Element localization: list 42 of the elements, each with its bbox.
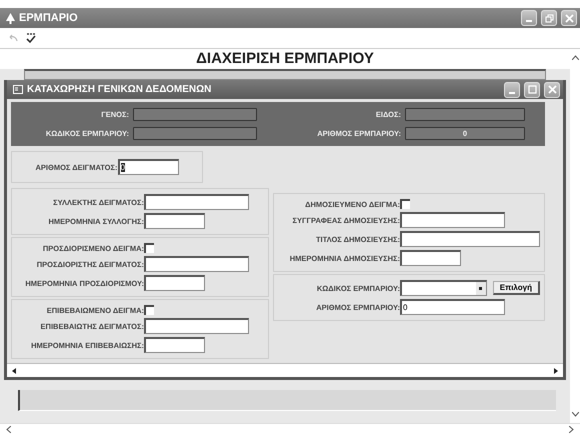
scroll-right-icon[interactable] (553, 368, 559, 374)
date-field[interactable] (144, 337, 205, 353)
window-title: ΕΡΜΠΑΡΙΟ (19, 12, 79, 24)
input-field[interactable]: 0 (400, 299, 505, 315)
date-field[interactable] (144, 275, 205, 291)
close-button[interactable] (544, 82, 560, 98)
date-field[interactable] (144, 213, 205, 229)
close-icon (564, 12, 574, 24)
scroll-left-icon[interactable] (6, 426, 11, 432)
close-button[interactable] (561, 10, 577, 26)
checkbox[interactable] (144, 243, 154, 253)
scroll-up-icon[interactable] (572, 55, 578, 60)
input-field[interactable] (400, 212, 505, 228)
checkbox[interactable] (144, 305, 154, 315)
close-icon (546, 84, 558, 95)
date-field[interactable] (400, 250, 461, 266)
input-field[interactable] (400, 231, 540, 247)
checkbox[interactable] (400, 199, 410, 209)
scroll-down-icon[interactable] (572, 412, 578, 417)
tree-icon (6, 12, 15, 24)
input-field[interactable] (144, 256, 249, 272)
minimize-button[interactable] (521, 10, 537, 26)
restore-button[interactable] (541, 10, 557, 26)
horizontal-scrollbar[interactable] (7, 363, 563, 377)
minimize-icon (509, 92, 515, 94)
input-field[interactable]: 0 (118, 159, 179, 175)
input-field[interactable] (144, 318, 249, 334)
form-icon (13, 85, 23, 94)
dialog-title: ΚΑΤΑΧΩΡΗΣΗ ΓΕΝΙΚΩΝ ΔΕΔΟΜΕΝΩΝ (27, 84, 212, 95)
minimize-icon (526, 20, 532, 22)
page-heading: ΔΙΑΧΕΙΡΙΣΗ ΕΡΜΠΑΡΙΟΥ (0, 49, 570, 69)
spellcheck-icon[interactable] (26, 32, 36, 44)
restore-icon (544, 12, 554, 24)
select-button[interactable]: Επιλογή (492, 281, 540, 295)
input-field[interactable] (144, 194, 249, 210)
minimize-button[interactable] (504, 82, 520, 98)
scroll-left-icon[interactable] (11, 368, 17, 374)
maximize-button[interactable] (524, 82, 540, 98)
maximize-icon (526, 84, 538, 95)
horizontal-scrollbar[interactable] (0, 423, 580, 434)
scroll-right-icon[interactable] (569, 426, 574, 432)
dropdown-field[interactable] (400, 280, 487, 296)
